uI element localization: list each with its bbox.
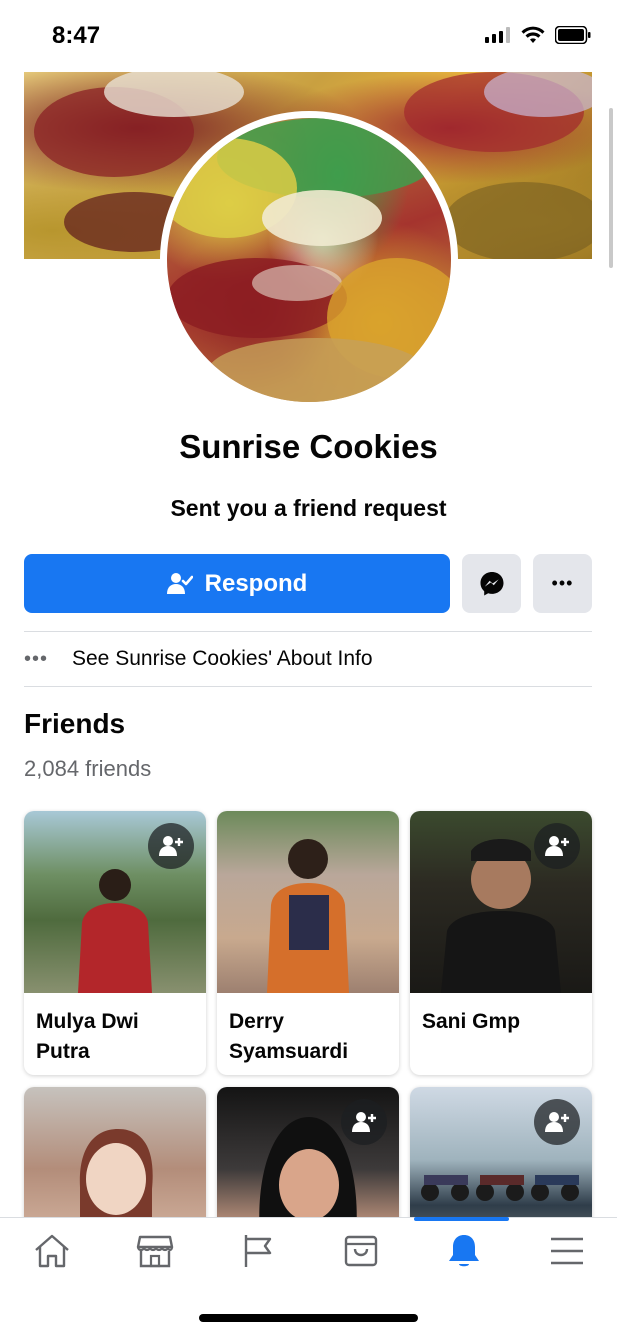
person-silhouette: [78, 869, 152, 993]
status-icons: [485, 26, 591, 44]
person-check-icon: [166, 572, 193, 594]
add-friend-icon: [159, 836, 183, 856]
friend-name[interactable]: Derry Syamsuardi: [217, 993, 399, 1075]
add-friend-button[interactable]: [341, 1099, 387, 1145]
respond-button[interactable]: Respond: [24, 554, 450, 613]
notifications-bell-icon: [448, 1235, 479, 1267]
tab-marketplace[interactable]: [103, 1218, 206, 1284]
friend-photo[interactable]: [217, 811, 399, 993]
add-friend-icon: [545, 836, 569, 856]
cellular-signal-icon: [485, 27, 510, 43]
tab-pages[interactable]: [206, 1218, 309, 1284]
tab-menu[interactable]: [515, 1218, 617, 1284]
motorcycles-scene: [421, 1175, 579, 1201]
tab-shop[interactable]: [309, 1218, 412, 1284]
add-friend-icon: [545, 1112, 569, 1132]
pages-flag-icon: [244, 1235, 271, 1267]
divider: [24, 686, 592, 687]
tab-home[interactable]: [0, 1218, 103, 1284]
status-time: 8:47: [52, 22, 101, 49]
marketplace-icon: [136, 1235, 173, 1268]
more-options-button[interactable]: •••: [533, 554, 592, 613]
scrollbar[interactable]: [609, 108, 613, 268]
about-info-text: See Sunrise Cookies' About Info: [72, 647, 373, 670]
friend-name[interactable]: Sani Gmp: [410, 993, 592, 1075]
about-dots-icon: •••: [24, 647, 49, 670]
tab-notifications[interactable]: [412, 1218, 515, 1284]
more-options-icon: •••: [551, 573, 574, 593]
avatar-photo-texture: [167, 118, 451, 402]
messenger-button[interactable]: [462, 554, 521, 613]
messenger-icon: [480, 571, 503, 595]
friend-card[interactable]: Derry Syamsuardi: [217, 811, 399, 1075]
home-icon: [34, 1234, 69, 1268]
status-bar: 8:47: [0, 0, 617, 72]
respond-button-label: Respond: [204, 569, 308, 597]
friends-section-title: Friends: [24, 708, 126, 739]
friend-photo[interactable]: [24, 811, 206, 993]
menu-icon: [550, 1237, 583, 1265]
add-friend-icon: [352, 1112, 376, 1132]
friend-request-subtitle: Sent you a friend request: [170, 495, 447, 521]
friend-name[interactable]: Mulya Dwi Putra: [24, 993, 206, 1075]
friend-card[interactable]: Sani Gmp: [410, 811, 592, 1075]
about-info-link[interactable]: ••• See Sunrise Cookies' About Info: [24, 632, 592, 686]
add-friend-button[interactable]: [534, 823, 580, 869]
add-friend-button[interactable]: [148, 823, 194, 869]
home-indicator[interactable]: [199, 1314, 418, 1322]
friend-card[interactable]: Mulya Dwi Putra: [24, 811, 206, 1075]
friends-count[interactable]: 2,084 friends: [24, 756, 151, 782]
profile-avatar[interactable]: [160, 111, 458, 409]
wifi-icon: [521, 26, 545, 43]
person-silhouette: [267, 839, 349, 993]
friend-photo[interactable]: [410, 811, 592, 993]
battery-icon: [555, 26, 591, 44]
shop-bag-icon: [344, 1235, 377, 1267]
add-friend-button[interactable]: [534, 1099, 580, 1145]
profile-name: Sunrise Cookies: [179, 428, 438, 465]
